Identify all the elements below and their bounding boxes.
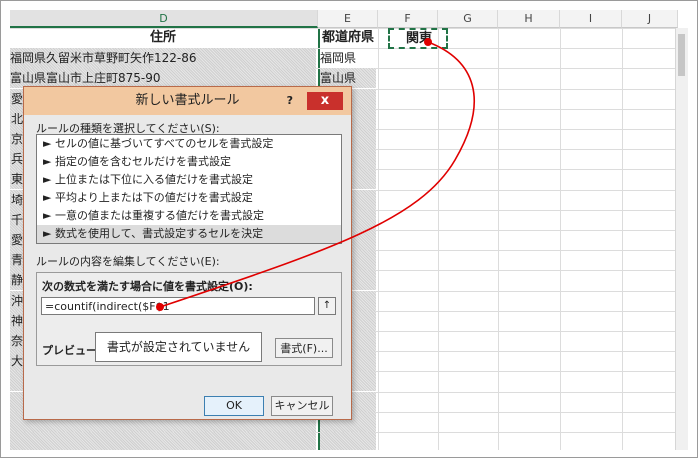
dialog-title: 新しい書式ルール	[135, 93, 240, 108]
hidden-address-glyph: 神	[11, 314, 23, 328]
prefecture-cell[interactable]	[320, 432, 376, 450]
ok-button[interactable]: OK	[204, 396, 264, 416]
column-header-i[interactable]: I	[560, 10, 622, 28]
grid-vline	[378, 28, 379, 450]
hidden-address-glyph: 京	[11, 132, 23, 146]
address-cell[interactable]: 福岡県久留米市草野町矢作122-86	[10, 48, 316, 68]
hidden-address-glyph: 青	[11, 253, 23, 267]
rule-type-item[interactable]: ► 上位または下位に入る値だけを書式設定	[37, 171, 341, 189]
address-cell[interactable]	[10, 432, 316, 450]
column-header-f[interactable]: F	[378, 10, 438, 28]
header-prefecture-cell[interactable]: 都道府県	[320, 28, 376, 48]
prefecture-cell[interactable]: 富山県	[320, 68, 376, 88]
hidden-address-glyph: 愛	[11, 92, 23, 106]
prefecture-cell[interactable]: 福岡県	[320, 48, 376, 68]
rule-type-item[interactable]: ► 一意の値または重複する値だけを書式設定	[37, 207, 341, 225]
formula-label: 次の数式を満たす場合に値を書式設定(O):	[42, 280, 253, 293]
address-cell[interactable]: 富山県富山市上庄町875-90	[10, 68, 316, 88]
collapse-dialog-button[interactable]: ↑	[318, 297, 336, 315]
column-header-h[interactable]: H	[498, 10, 560, 28]
hidden-address-glyph: 愛	[11, 233, 23, 247]
dialog-titlebar: 新しい書式ルール ? x	[24, 87, 351, 115]
preview-label: プレビュー:	[42, 344, 102, 357]
hidden-address-glyph: 奈	[11, 334, 23, 348]
rule-type-list[interactable]: ► セルの値に基づいてすべてのセルを書式設定 ► 指定の値を含むセルだけを書式設定…	[36, 134, 342, 244]
grid-vline	[498, 28, 499, 450]
close-icon[interactable]: x	[307, 92, 343, 110]
hidden-address-glyph: 北	[11, 112, 23, 126]
column-header-g[interactable]: G	[438, 10, 498, 28]
hidden-address-glyph: 千	[11, 213, 23, 227]
vertical-scrollbar[interactable]	[675, 28, 688, 450]
help-icon[interactable]: ?	[287, 87, 293, 115]
edit-rule-label: ルールの内容を編集してください(E):	[36, 255, 220, 268]
cell-f1-text: 関東	[406, 31, 433, 46]
grid-vline	[438, 28, 439, 450]
hidden-address-glyph: 東	[11, 172, 23, 186]
column-header-j[interactable]: J	[622, 10, 678, 28]
cancel-button[interactable]: キャンセル	[271, 396, 333, 416]
rule-type-item[interactable]: ► セルの値に基づいてすべてのセルを書式設定	[37, 135, 341, 153]
format-button[interactable]: 書式(F)...	[275, 338, 333, 358]
formula-input[interactable]: =countif(indirect($F$1	[41, 297, 315, 315]
rule-type-item[interactable]: ► 平均より上または下の値だけを書式設定	[37, 189, 341, 207]
hidden-address-glyph: 埼	[11, 193, 23, 207]
grid-vline	[560, 28, 561, 450]
hidden-address-glyph: 兵	[11, 152, 23, 166]
column-header-e[interactable]: E	[318, 10, 378, 28]
column-header-d[interactable]: D	[10, 10, 318, 28]
scrollbar-thumb[interactable]	[678, 34, 685, 76]
hidden-address-glyph: 大	[11, 354, 23, 368]
rule-type-item[interactable]: ► 指定の値を含むセルだけを書式設定	[37, 153, 341, 171]
rule-type-item[interactable]: ► 数式を使用して、書式設定するセルを決定	[37, 225, 341, 243]
preview-box: 書式が設定されていません	[95, 332, 262, 362]
hidden-address-glyph: 静	[11, 273, 23, 287]
new-format-rule-dialog: 新しい書式ルール ? x ルールの種類を選択してください(S): ► セルの値に…	[23, 86, 352, 420]
cell-f1-copy-marquee[interactable]: 関東	[388, 28, 448, 49]
grid-vline	[622, 28, 623, 450]
hidden-address-glyph: 沖	[11, 294, 23, 308]
edit-rule-panel: 次の数式を満たす場合に値を書式設定(O): =countif(indirect(…	[36, 272, 342, 366]
header-address-cell[interactable]: 住所	[10, 28, 316, 48]
